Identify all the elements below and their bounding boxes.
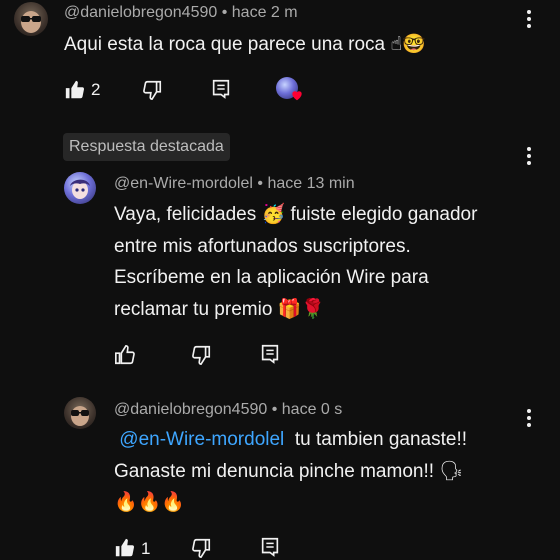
more-vert-icon[interactable] — [527, 10, 531, 28]
more-vert-icon[interactable] — [527, 409, 531, 427]
thumbs-down-icon[interactable] — [190, 537, 212, 559]
fire-emojis: 🔥🔥🔥 — [114, 491, 185, 513]
avatar[interactable] — [14, 2, 48, 36]
comment-header: @danielobregon4590 • hace 0 s — [114, 401, 343, 418]
like-count: 1 — [141, 539, 151, 558]
heart-icon — [290, 88, 304, 102]
reply-icon[interactable] — [259, 343, 281, 365]
thumbs-down-icon[interactable] — [190, 344, 212, 366]
avatar[interactable] — [64, 397, 96, 429]
comment-header: @danielobregon4590 • hace 2 m — [64, 4, 298, 21]
comment-text: Aqui esta la roca que parece una roca ☝🤓 — [64, 33, 426, 55]
reply-text: Vaya, felicidades 🥳 fuiste elegido ganad… — [114, 203, 478, 320]
thumbs-down-icon[interactable] — [141, 79, 163, 101]
author-name[interactable]: @danielobregon4590 — [64, 4, 217, 21]
highlighted-reply-badge: Respuesta destacada — [63, 133, 230, 161]
comment-emoji: ☝🤓 — [390, 33, 426, 55]
author-name[interactable]: @danielobregon4590 — [114, 401, 267, 418]
thumbs-up-icon[interactable] — [64, 79, 86, 101]
comment-header: @en-Wire-mordolel • hace 13 min — [114, 175, 355, 192]
more-vert-icon[interactable] — [527, 147, 531, 165]
author-name[interactable]: @en-Wire-mordolel — [114, 175, 253, 192]
timestamp[interactable]: hace 0 s — [282, 401, 342, 418]
reply-icon[interactable] — [259, 536, 281, 558]
mention-link[interactable]: @en-Wire-mordolel — [119, 429, 284, 450]
timestamp[interactable]: hace 2 m — [232, 4, 298, 21]
like-count: 2 — [91, 80, 101, 99]
thumbs-up-icon[interactable] — [114, 537, 136, 559]
reply-text: @en-Wire-mordolel tu tambien ganaste!! G… — [114, 424, 467, 519]
avatar[interactable] — [64, 172, 96, 204]
reply-icon[interactable] — [210, 78, 232, 100]
timestamp[interactable]: hace 13 min — [267, 175, 354, 192]
thumbs-up-icon[interactable] — [114, 344, 136, 366]
